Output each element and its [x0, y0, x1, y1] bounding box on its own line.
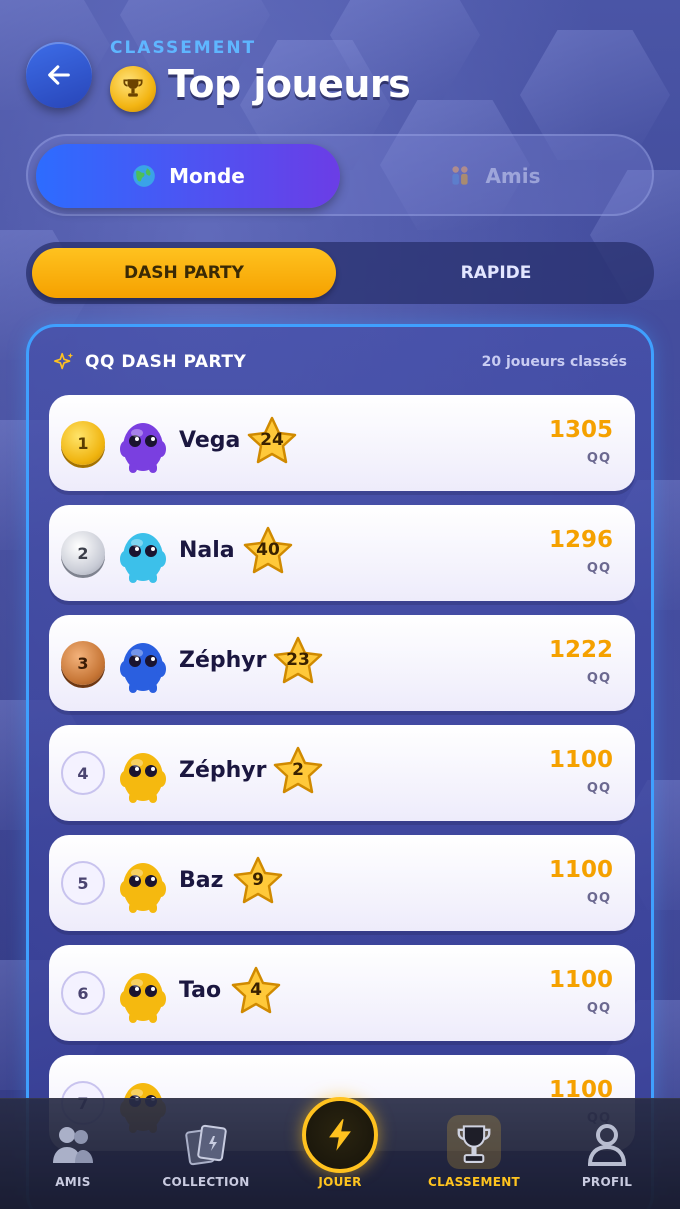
mode-tabs: DASH PARTY RAPIDE	[26, 242, 654, 304]
player-level: 9	[252, 870, 264, 890]
bottom-nav: AMIS COLLECTION JOUER CLASSEMENT PROFIL	[0, 1097, 680, 1209]
player-name: Nala	[179, 538, 235, 563]
sparkle-icon	[54, 352, 74, 370]
score-unit: QQ	[586, 1001, 611, 1016]
nav-amis[interactable]: AMIS	[5, 1099, 141, 1209]
score-unit: QQ	[586, 561, 611, 576]
nav-classement[interactable]: CLASSEMENT	[406, 1099, 542, 1209]
avatar-icon	[120, 533, 166, 583]
globe-icon	[133, 165, 155, 187]
nav-profil-label: PROFIL	[581, 1175, 633, 1189]
leaderboard-row[interactable]: 3 Zéphyr 23 1222 QQ	[49, 615, 635, 711]
arrow-left-icon	[48, 65, 70, 85]
avatar-icon	[120, 643, 166, 693]
player-score: 1100	[548, 967, 613, 993]
back-button[interactable]	[26, 42, 92, 108]
rank-badge: 6	[61, 971, 105, 1015]
score-unit: QQ	[586, 891, 611, 906]
page-title: Top joueurs	[168, 62, 411, 106]
panel-header: QQ DASH PARTY 20 joueurs classés	[53, 347, 627, 377]
player-score: 1222	[548, 637, 613, 663]
nav-amis-label: AMIS	[55, 1175, 91, 1189]
player-level: 2	[292, 760, 304, 780]
cards-icon	[180, 1119, 232, 1171]
play-button	[302, 1097, 378, 1173]
nav-collection-label: COLLECTION	[162, 1175, 250, 1189]
leaderboard-row[interactable]: 5 Baz 9 1100 QQ	[49, 835, 635, 931]
player-name: Zéphyr	[179, 758, 267, 783]
player-score: 1100	[548, 747, 613, 773]
player-name: Tao	[179, 978, 222, 1003]
leaderboard-row[interactable]: 2 Nala 40 1296 QQ	[49, 505, 635, 601]
tab-rapide[interactable]: RAPIDE	[344, 248, 648, 298]
rank-badge: 1	[61, 421, 105, 465]
avatar-icon	[120, 863, 166, 913]
trophy-icon	[448, 1119, 500, 1171]
tab-monde[interactable]: Monde	[36, 144, 340, 208]
nav-jouer-label: JOUER	[318, 1175, 362, 1189]
friends-icon	[47, 1119, 99, 1171]
avatar-icon	[120, 973, 166, 1023]
player-level: 40	[256, 540, 280, 560]
lightning-icon	[329, 1119, 351, 1151]
tab-amis[interactable]: Amis	[342, 144, 646, 208]
player-level: 23	[286, 650, 310, 670]
avatar-icon	[120, 423, 166, 473]
nav-jouer[interactable]: JOUER	[272, 1097, 408, 1209]
panel-title: QQ DASH PARTY	[85, 352, 247, 372]
tab-dash-party[interactable]: DASH PARTY	[32, 248, 336, 298]
score-unit: QQ	[586, 451, 611, 466]
rank-badge: 5	[61, 861, 105, 905]
player-name: Zéphyr	[179, 648, 267, 673]
rank-badge: 4	[61, 751, 105, 795]
user-icon	[581, 1119, 633, 1171]
scope-tabs: Monde Amis	[26, 134, 654, 216]
nav-profil[interactable]: PROFIL	[539, 1099, 675, 1209]
tab-amis-label: Amis	[485, 164, 541, 188]
player-score: 1305	[548, 417, 613, 443]
player-level: 24	[260, 430, 284, 450]
friends-icon	[452, 166, 469, 185]
score-unit: QQ	[586, 781, 611, 796]
player-name: Vega	[179, 428, 241, 453]
avatar-icon	[120, 753, 166, 803]
page-eyebrow: CLASSEMENT	[110, 38, 257, 58]
leaderboard-list: 1 Vega 24 1305 QQ 2 Nala 40 1296 QQ 3 Zéphyr 23 1222 Q…	[49, 395, 635, 1165]
tab-monde-label: Monde	[169, 164, 245, 188]
rank-badge: 2	[61, 531, 105, 575]
player-level: 4	[250, 980, 262, 1000]
player-score: 1100	[548, 857, 613, 883]
nav-collection[interactable]: COLLECTION	[138, 1099, 274, 1209]
leaderboard-row[interactable]: 4 Zéphyr 2 1100 QQ	[49, 725, 635, 821]
trophy-icon	[110, 66, 156, 112]
leaderboard-row[interactable]: 1 Vega 24 1305 QQ	[49, 395, 635, 491]
player-count: 20 joueurs classés	[481, 354, 627, 370]
nav-classement-label: CLASSEMENT	[427, 1175, 521, 1189]
leaderboard-panel: QQ DASH PARTY 20 joueurs classés 1 Vega 24…	[26, 324, 654, 1209]
score-unit: QQ	[586, 671, 611, 686]
leaderboard-row[interactable]: 6 Tao 4 1100 QQ	[49, 945, 635, 1041]
rank-badge: 3	[61, 641, 105, 685]
player-score: 1296	[548, 527, 613, 553]
player-name: Baz	[179, 868, 224, 893]
